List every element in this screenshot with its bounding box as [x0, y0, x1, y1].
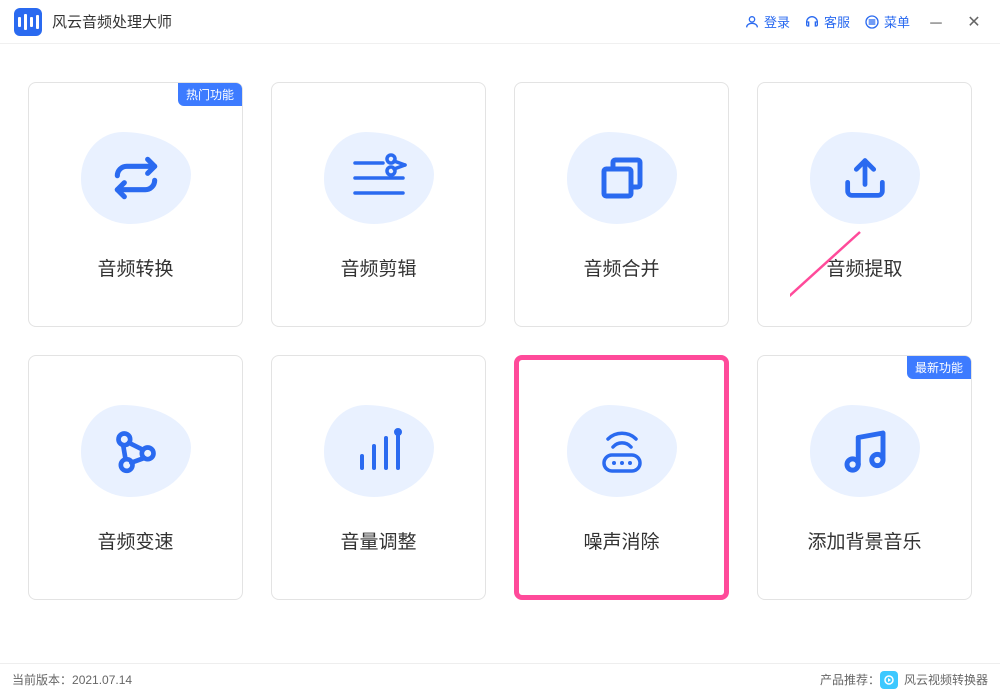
menu-icon: [864, 14, 880, 30]
trim-icon: [319, 128, 439, 228]
user-icon: [744, 14, 760, 30]
recommend-product: 风云视频转换器: [904, 671, 988, 688]
recommend-label: 产品推荐：: [820, 671, 880, 688]
card-label: 音频变速: [97, 527, 173, 554]
card-label: 音频合并: [583, 254, 659, 281]
card-noise-reduction[interactable]: 噪声消除: [514, 355, 729, 600]
version-label: 当前版本：: [12, 671, 72, 688]
recommend-link[interactable]: 风云视频转换器: [880, 671, 988, 689]
convert-icon: [76, 128, 196, 228]
card-label: 噪声消除: [583, 527, 659, 554]
music-icon: [805, 401, 925, 501]
speed-icon: [76, 401, 196, 501]
footer: 当前版本： 2021.07.14 产品推荐： 风云视频转换器: [0, 663, 1000, 695]
extract-icon: [805, 128, 925, 228]
card-label: 音频转换: [97, 254, 173, 281]
headset-icon: [804, 14, 820, 30]
card-audio-speed[interactable]: 音频变速: [28, 355, 243, 600]
feature-grid: 热门功能 音频转换 音频剪辑 音频合并 音频提取 音频变速 音量调整: [0, 44, 1000, 600]
menu-button[interactable]: 菜单: [864, 12, 910, 31]
app-logo-icon: [14, 8, 42, 36]
card-add-bgm[interactable]: 最新功能 添加背景音乐: [757, 355, 972, 600]
volume-icon: [319, 401, 439, 501]
card-audio-extract[interactable]: 音频提取: [757, 82, 972, 327]
support-button[interactable]: 客服: [804, 12, 850, 31]
hot-badge: 热门功能: [178, 83, 242, 106]
card-audio-trim[interactable]: 音频剪辑: [271, 82, 486, 327]
minimize-button[interactable]: －: [924, 10, 948, 34]
version-value: 2021.07.14: [72, 673, 132, 687]
support-label: 客服: [824, 12, 850, 31]
login-label: 登录: [764, 12, 790, 31]
noise-icon: [562, 401, 682, 501]
card-label: 音频剪辑: [340, 254, 416, 281]
close-button[interactable]: ✕: [962, 12, 986, 32]
card-label: 音量调整: [340, 527, 416, 554]
login-button[interactable]: 登录: [744, 12, 790, 31]
card-label: 音频提取: [826, 254, 902, 281]
card-audio-convert[interactable]: 热门功能 音频转换: [28, 82, 243, 327]
app-title: 风云音频处理大师: [52, 11, 172, 32]
new-badge: 最新功能: [907, 356, 971, 379]
titlebar: 风云音频处理大师 登录 客服 菜单 － ✕: [0, 0, 1000, 44]
menu-label: 菜单: [884, 12, 910, 31]
recommend-icon: [880, 671, 898, 689]
merge-icon: [562, 128, 682, 228]
card-volume-adjust[interactable]: 音量调整: [271, 355, 486, 600]
card-label: 添加背景音乐: [807, 527, 921, 554]
card-audio-merge[interactable]: 音频合并: [514, 82, 729, 327]
